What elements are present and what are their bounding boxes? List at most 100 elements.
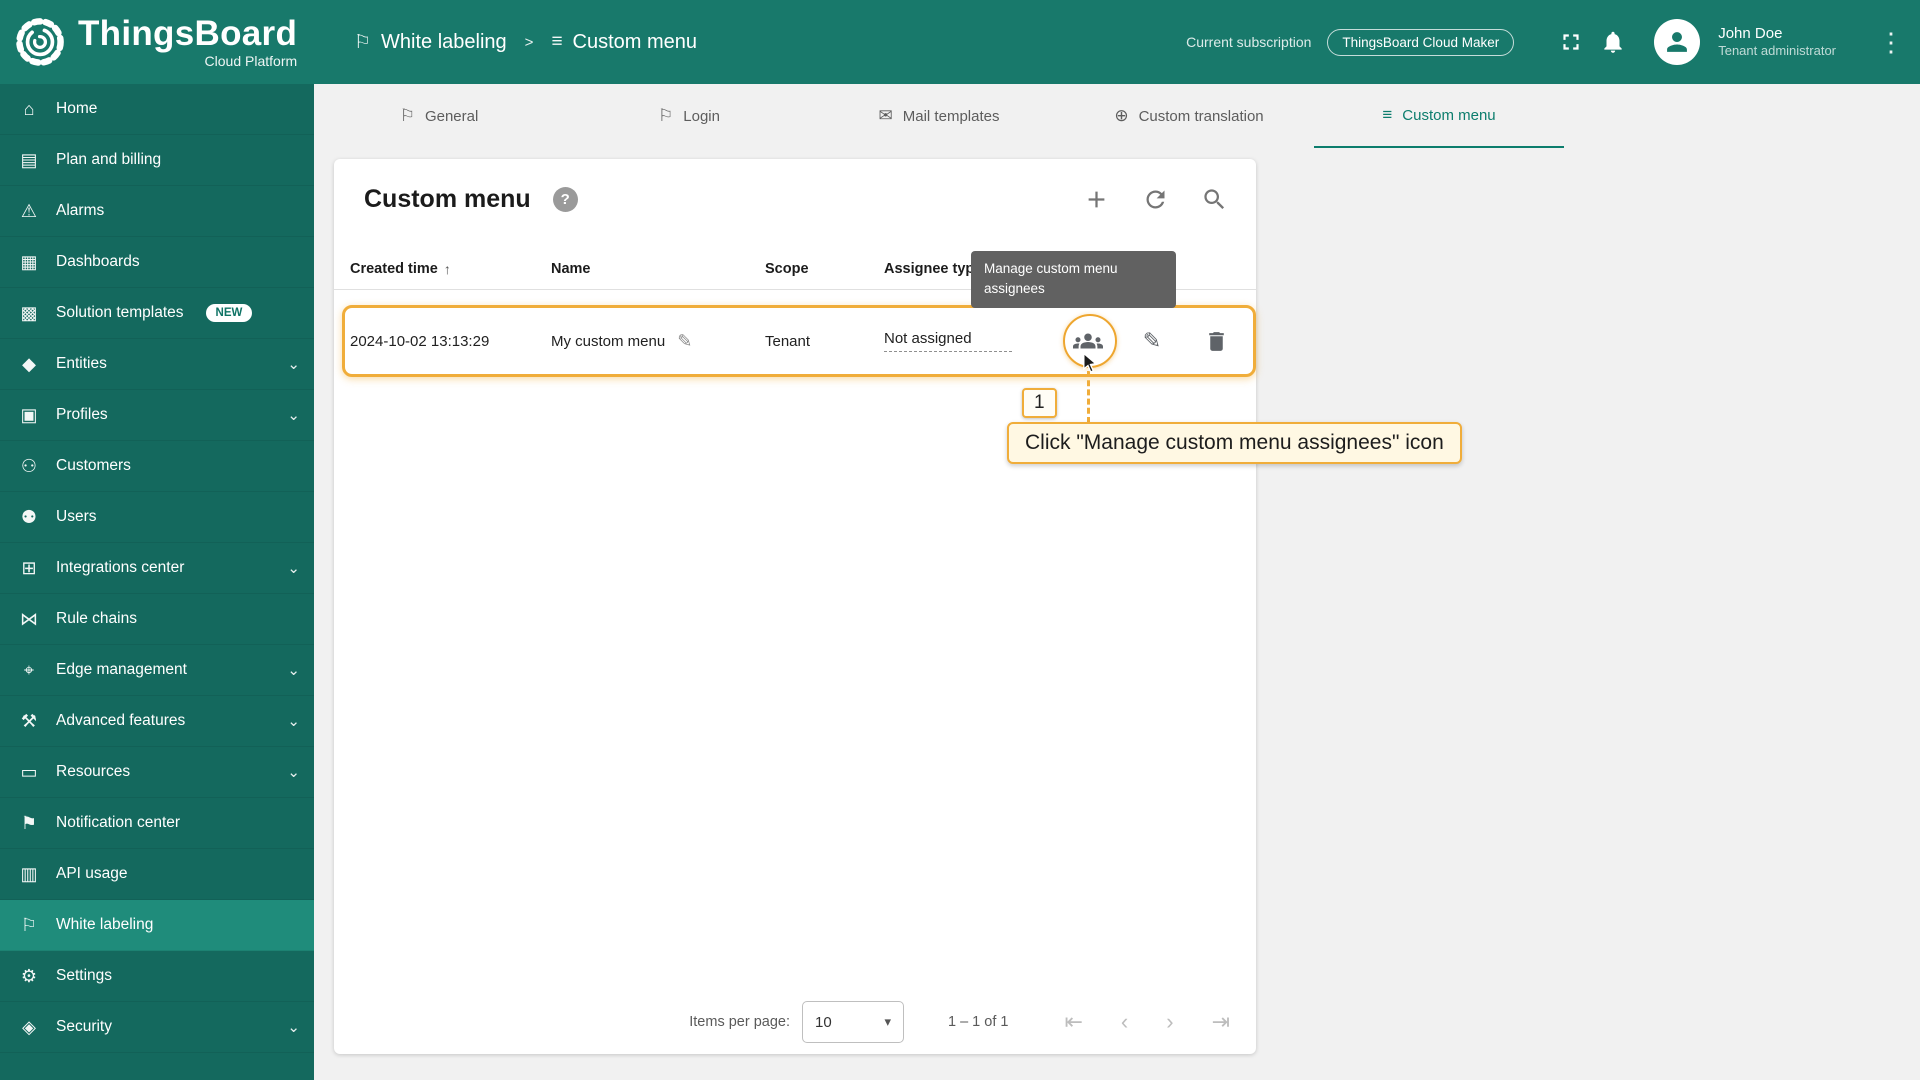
- advanced-icon: ⚒: [16, 711, 42, 732]
- chevron-down-icon: ⌄: [287, 406, 300, 424]
- column-label: Assignee type: [884, 261, 982, 277]
- tab-label: Mail templates: [903, 108, 1000, 125]
- sidebar-item-integrations-center[interactable]: ⊞ Integrations center ⌄: [0, 543, 314, 594]
- profiles-icon: ▣: [16, 405, 42, 426]
- notification-icon: ⚑: [16, 813, 42, 834]
- sidebar-item-solution-templates[interactable]: ▩Solution templatesNEW: [0, 288, 314, 339]
- edit-row-button[interactable]: ✎: [1132, 321, 1172, 361]
- tab-label: Login: [683, 108, 720, 125]
- fullscreen-icon: [1558, 29, 1584, 55]
- sidebar-item-advanced-features[interactable]: ⚒Advanced features⌄: [0, 696, 314, 747]
- integrations-icon: ⊞: [16, 558, 42, 579]
- brand-subtitle: Cloud Platform: [205, 53, 298, 69]
- security-icon: ◈: [16, 1017, 42, 1038]
- sidebar-item-white-labeling[interactable]: ⚐ White labeling: [0, 900, 314, 951]
- chevron-down-icon: ⌄: [287, 763, 300, 781]
- pagination: Items per page: 10 ▾ 1 – 1 of 1 ⇤ ‹ › ⇥: [334, 994, 1256, 1050]
- new-badge: NEW: [206, 304, 253, 322]
- sidebar-item-label: Resources: [56, 763, 130, 781]
- refresh-button[interactable]: [1142, 186, 1169, 213]
- edge-icon: ⌖: [16, 660, 42, 681]
- sidebar-item-resources[interactable]: ▭ Resources ⌄: [0, 747, 314, 798]
- sidebar-item-alarms[interactable]: ⚠Alarms: [0, 186, 314, 237]
- next-page-button[interactable]: ›: [1166, 1011, 1173, 1033]
- sidebar-item-security[interactable]: ◈Security⌄: [0, 1002, 314, 1053]
- sidebar-item-label: Notification center: [56, 814, 180, 832]
- tab-general[interactable]: ⚐ General: [314, 84, 564, 148]
- chevron-down-icon: ⌄: [287, 355, 300, 373]
- sidebar-item-settings[interactable]: ⚙Settings: [0, 951, 314, 1002]
- user-name: John Doe: [1718, 25, 1836, 44]
- sidebar-item-entities[interactable]: ◆Entities⌄: [0, 339, 314, 390]
- tab-mail-templates[interactable]: ✉Mail templates: [814, 84, 1064, 148]
- breadcrumb-label: Custom menu: [573, 31, 698, 54]
- search-button[interactable]: [1201, 186, 1228, 213]
- sidebar-item-plan-and-billing[interactable]: ▤Plan and billing: [0, 135, 314, 186]
- white-labeling-icon: ⚐: [354, 31, 371, 54]
- tab-label: General: [425, 108, 478, 125]
- items-per-page-select[interactable]: 10 ▾: [802, 1001, 904, 1043]
- brand-logo-area[interactable]: ThingsBoard Cloud Platform: [0, 15, 314, 69]
- chevron-down-icon: ⌄: [287, 559, 300, 577]
- sidebar-item-label: Profiles: [56, 406, 108, 424]
- tab-custom-translation[interactable]: ⊕Custom translation: [1064, 84, 1314, 148]
- sidebar-item-users[interactable]: ⚉Users: [0, 492, 314, 543]
- last-page-button[interactable]: ⇥: [1212, 1011, 1230, 1033]
- user-info: John Doe Tenant administrator: [1718, 25, 1836, 60]
- white-labeling-icon: ⚐: [658, 106, 673, 126]
- subscription-plan-pill[interactable]: ThingsBoard Cloud Maker: [1327, 29, 1514, 56]
- rule-chains-icon: ⋈: [16, 609, 42, 630]
- breadcrumb-label: White labeling: [381, 31, 507, 54]
- table-row[interactable]: 2024-10-02 13:13:29 My custom menu ✎ Ten…: [334, 308, 1256, 374]
- breadcrumb-white-labeling[interactable]: ⚐ White labeling: [354, 31, 507, 54]
- users-icon: ⚉: [16, 507, 42, 528]
- sidebar-item-edge-management[interactable]: ⌖Edge management⌄: [0, 645, 314, 696]
- sidebar: ⌂Home▤Plan and billing⚠Alarms▦Dashboards…: [0, 84, 314, 1080]
- sidebar-item-customers[interactable]: ⚇Customers: [0, 441, 314, 492]
- tab-custom-menu[interactable]: ≡Custom menu: [1314, 84, 1564, 148]
- breadcrumb-separator: >: [525, 34, 534, 51]
- sidebar-item-label: White labeling: [56, 916, 153, 934]
- column-created-time[interactable]: Created time ↑: [350, 261, 551, 277]
- white-labeling-icon: ⚐: [16, 915, 42, 936]
- sidebar-item-dashboards[interactable]: ▦Dashboards: [0, 237, 314, 288]
- assignee-field[interactable]: Not assigned: [884, 330, 1012, 352]
- first-page-button[interactable]: ⇤: [1064, 1011, 1082, 1033]
- sidebar-item-label: Integrations center: [56, 559, 184, 577]
- sort-asc-icon[interactable]: ↑: [444, 261, 451, 277]
- dashboards-icon: ▦: [16, 252, 42, 273]
- breadcrumb: ⚐ White labeling > ≡ Custom menu: [354, 31, 697, 54]
- items-per-page-value: 10: [815, 1014, 832, 1031]
- chevron-down-icon: ⌄: [287, 661, 300, 679]
- sidebar-item-notification-center[interactable]: ⚑ Notification center: [0, 798, 314, 849]
- notifications-button[interactable]: [1600, 29, 1626, 55]
- list-icon: ≡: [1382, 105, 1392, 125]
- sidebar-item-profiles[interactable]: ▣ Profiles ⌄: [0, 390, 314, 441]
- tab-login[interactable]: ⚐ Login: [564, 84, 814, 148]
- kebab-menu-icon[interactable]: ⋮: [1878, 29, 1904, 55]
- sidebar-item-api-usage[interactable]: ▥API usage: [0, 849, 314, 900]
- templates-icon: ▩: [16, 303, 42, 324]
- settings-icon: ⚙: [16, 966, 42, 987]
- help-icon[interactable]: ?: [553, 187, 578, 212]
- api-icon: ▥: [16, 864, 42, 885]
- tooltip: Manage custom menu assignees: [971, 251, 1176, 308]
- avatar[interactable]: [1654, 19, 1700, 65]
- sidebar-item-home[interactable]: ⌂Home: [0, 84, 314, 135]
- resources-icon: ▭: [16, 762, 42, 783]
- prev-page-button[interactable]: ‹: [1121, 1011, 1128, 1033]
- delete-row-button[interactable]: [1196, 321, 1236, 361]
- white-labeling-icon: ⚐: [400, 106, 415, 126]
- column-scope[interactable]: Scope: [765, 261, 884, 277]
- breadcrumb-custom-menu[interactable]: ≡ Custom menu: [551, 31, 697, 54]
- sidebar-item-rule-chains[interactable]: ⋈ Rule chains: [0, 594, 314, 645]
- fullscreen-button[interactable]: [1558, 29, 1584, 55]
- chevron-down-icon: ⌄: [287, 1018, 300, 1036]
- column-name[interactable]: Name: [551, 261, 765, 277]
- annotation-step-badge: 1: [1022, 388, 1057, 418]
- refresh-icon: [1142, 186, 1169, 213]
- user-role: Tenant administrator: [1718, 43, 1836, 59]
- add-button[interactable]: [1083, 186, 1110, 213]
- edit-name-icon[interactable]: ✎: [677, 331, 692, 352]
- sidebar-item-label: Rule chains: [56, 610, 137, 628]
